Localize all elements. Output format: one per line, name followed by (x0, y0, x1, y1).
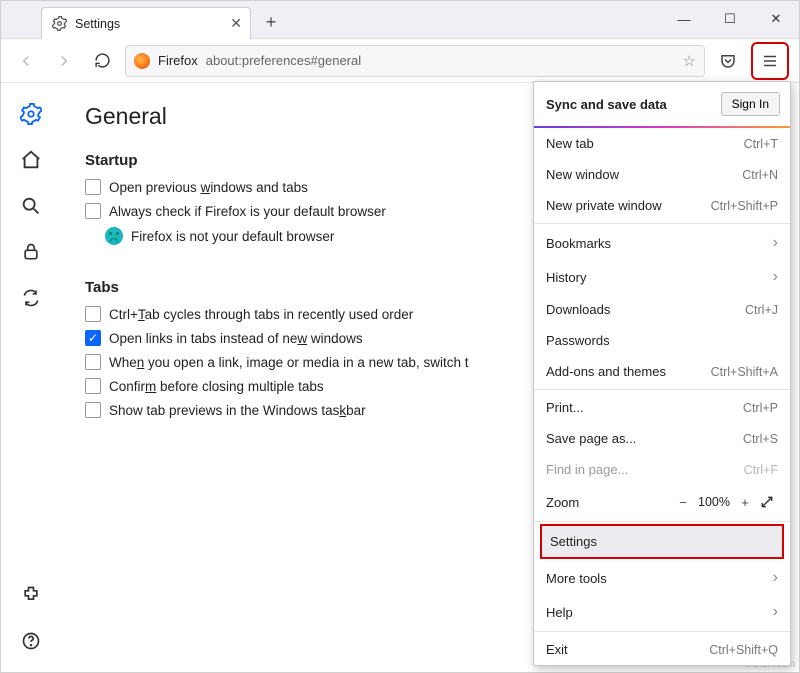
menu-new-window[interactable]: New window Ctrl+N (534, 159, 790, 190)
sidebar-extensions-icon[interactable] (20, 584, 42, 606)
chevron-right-icon: › (773, 569, 778, 587)
minimize-button[interactable]: — (661, 1, 707, 37)
open-previous-label: Open previous windows and tabs (109, 180, 308, 195)
browser-tab[interactable]: Settings ✕ (41, 7, 251, 39)
address-bar[interactable]: Firefox about:preferences#general ☆ (125, 45, 705, 77)
sidebar-home-icon[interactable] (20, 149, 42, 171)
menu-print[interactable]: Print... Ctrl+P (534, 392, 790, 423)
window-titlebar: Settings ✕ + — ☐ ✕ (1, 1, 799, 39)
menu-find-in-page: Find in page... Ctrl+F (534, 454, 790, 485)
forward-button[interactable] (49, 46, 79, 76)
reload-button[interactable] (87, 46, 117, 76)
chevron-right-icon: › (773, 603, 778, 621)
checkbox-tab-previews[interactable] (85, 402, 101, 418)
menu-save-page-as[interactable]: Save page as... Ctrl+S (534, 423, 790, 454)
checkbox-ctrltab[interactable] (85, 306, 101, 322)
checkbox-switch-to-tab[interactable] (85, 354, 101, 370)
new-tab-button[interactable]: + (257, 8, 285, 36)
tab-previews-label: Show tab previews in the Windows taskbar (109, 403, 366, 418)
app-menu-button[interactable] (755, 46, 785, 76)
switch-to-tab-label: When you open a link, image or media in … (109, 355, 468, 370)
checkbox-open-links[interactable]: ✓ (85, 330, 101, 346)
app-menu-panel: Sync and save data Sign In New tab Ctrl+… (533, 81, 791, 666)
chevron-right-icon: › (773, 234, 778, 252)
zoom-out-button[interactable]: − (672, 491, 694, 513)
checkbox-confirm-close[interactable] (85, 378, 101, 394)
sync-title: Sync and save data (546, 97, 667, 112)
sidebar-privacy-icon[interactable] (20, 241, 42, 263)
confirm-close-label: Confirm before closing multiple tabs (109, 379, 324, 394)
hamburger-highlight (751, 42, 789, 80)
menu-more-tools[interactable]: More tools › (534, 561, 790, 595)
gear-icon (52, 16, 67, 31)
fullscreen-icon[interactable] (756, 491, 778, 513)
chevron-right-icon: › (773, 268, 778, 286)
menu-new-private-window[interactable]: New private window Ctrl+Shift+P (534, 190, 790, 221)
menu-bookmarks[interactable]: Bookmarks › (534, 226, 790, 260)
sidebar-search-icon[interactable] (20, 195, 42, 217)
sign-in-button[interactable]: Sign In (721, 92, 780, 116)
zoom-in-button[interactable]: + (734, 491, 756, 513)
checkbox-open-previous[interactable] (85, 179, 101, 195)
menu-help[interactable]: Help › (534, 595, 790, 629)
back-button[interactable] (11, 46, 41, 76)
window-controls: — ☐ ✕ (661, 1, 799, 37)
browser-toolbar: Firefox about:preferences#general ☆ (1, 39, 799, 83)
menu-settings[interactable]: Settings (542, 526, 782, 557)
menu-passwords[interactable]: Passwords (534, 325, 790, 356)
menu-history[interactable]: History › (534, 260, 790, 294)
address-identity: Firefox (158, 53, 198, 68)
zoom-value: 100% (694, 495, 734, 509)
sidebar-sync-icon[interactable] (20, 287, 42, 309)
pocket-button[interactable] (713, 46, 743, 76)
sad-face-icon (105, 227, 123, 245)
checkbox-always-check[interactable] (85, 203, 101, 219)
ctrltab-label: Ctrl+Tab cycles through tabs in recently… (109, 307, 413, 322)
menu-new-tab[interactable]: New tab Ctrl+T (534, 128, 790, 159)
tab-close-icon[interactable]: ✕ (230, 15, 242, 32)
menu-exit[interactable]: Exit Ctrl+Shift+Q (534, 634, 790, 665)
close-window-button[interactable]: ✕ (753, 1, 799, 37)
settings-highlight: Settings (540, 524, 784, 559)
open-links-label: Open links in tabs instead of new window… (109, 331, 363, 346)
sidebar-general-icon[interactable] (20, 103, 42, 125)
sidebar-help-icon[interactable] (20, 630, 42, 652)
maximize-button[interactable]: ☐ (707, 1, 753, 37)
address-url: about:preferences#general (206, 53, 361, 68)
not-default-label: Firefox is not your default browser (131, 229, 334, 244)
preferences-sidebar (1, 83, 61, 672)
menu-downloads[interactable]: Downloads Ctrl+J (534, 294, 790, 325)
tab-title: Settings (75, 17, 230, 31)
menu-zoom-row: Zoom − 100% + (534, 485, 790, 519)
menu-addons[interactable]: Add-ons and themes Ctrl+Shift+A (534, 356, 790, 387)
bookmark-star-icon[interactable]: ☆ (683, 52, 696, 70)
always-check-label: Always check if Firefox is your default … (109, 204, 386, 219)
firefox-icon (134, 53, 150, 69)
sync-header: Sync and save data Sign In (534, 82, 790, 128)
